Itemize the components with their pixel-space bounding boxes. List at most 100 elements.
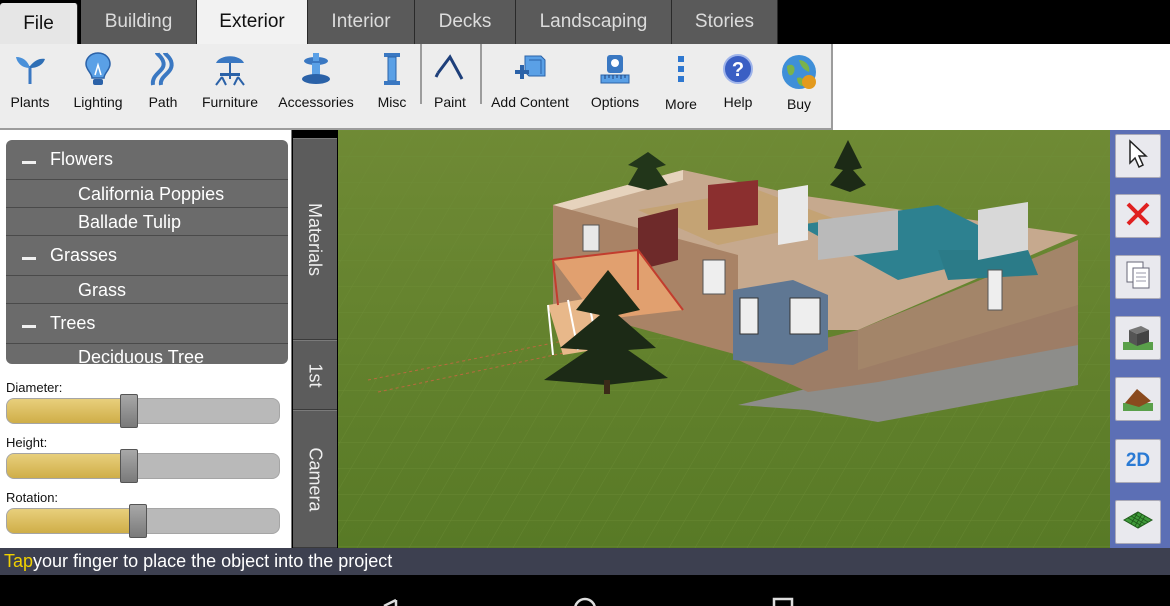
tab-exterior[interactable]: Exterior xyxy=(197,0,308,44)
furniture-label: Furniture xyxy=(201,94,259,110)
lighting-button[interactable]: Lighting xyxy=(70,44,126,128)
tab-label: Landscaping xyxy=(539,11,648,32)
tab-file[interactable]: File xyxy=(0,3,78,44)
table-umbrella-icon xyxy=(212,50,248,88)
3d-viewport[interactable] xyxy=(338,130,1112,548)
slider-fill xyxy=(7,399,130,423)
more-button[interactable]: More xyxy=(660,44,702,128)
category-label: Trees xyxy=(50,313,96,333)
fountain-icon xyxy=(300,50,332,88)
plant-catalog-list: Flowers California Poppies Ballade Tulip… xyxy=(6,140,288,364)
tab-label: Decks xyxy=(438,11,492,32)
more-label: More xyxy=(665,96,697,112)
category-label: Grasses xyxy=(50,245,118,265)
item-label: Ballade Tulip xyxy=(78,212,182,232)
rotation-slider-thumb[interactable] xyxy=(128,504,147,538)
back-icon[interactable] xyxy=(383,598,398,606)
slider-fill xyxy=(7,454,130,478)
select-arrow-icon xyxy=(1126,138,1150,174)
category-trees[interactable]: Trees xyxy=(6,304,288,344)
box-object-button[interactable] xyxy=(1115,316,1161,360)
height-slider-thumb[interactable] xyxy=(120,449,139,483)
house-3d-scene xyxy=(338,130,1112,548)
light-bulb-icon xyxy=(83,50,113,88)
select-button[interactable] xyxy=(1115,134,1161,178)
tab-building[interactable]: Building xyxy=(81,0,197,44)
system-nav-bar xyxy=(0,575,1170,606)
plant-icon xyxy=(13,50,47,88)
misc-label: Misc xyxy=(377,94,407,110)
tab-materials-label: Materials xyxy=(305,202,326,276)
buy-button[interactable]: Buy xyxy=(772,44,826,128)
list-item[interactable]: California Poppies xyxy=(6,180,288,208)
right-tool-strip: 2D xyxy=(1110,130,1170,548)
terrain-button[interactable] xyxy=(1115,500,1161,544)
tab-materials[interactable]: Materials xyxy=(293,138,337,340)
misc-button[interactable]: Misc xyxy=(370,44,414,128)
options-label: Options xyxy=(590,94,640,110)
copy-button[interactable] xyxy=(1115,255,1161,299)
tab-bar: File Building Exterior Interior Decks La… xyxy=(0,0,1170,44)
2d-view-icon: 2D xyxy=(1125,450,1151,471)
tab-stories[interactable]: Stories xyxy=(672,0,778,44)
help-button[interactable]: ? Help xyxy=(716,44,760,128)
list-item[interactable]: Deciduous Tree xyxy=(6,344,288,364)
plants-label: Plants xyxy=(10,94,50,110)
terrain-icon xyxy=(1122,508,1154,537)
paint-button[interactable]: Paint xyxy=(428,44,472,128)
home-icon[interactable] xyxy=(574,597,596,606)
status-text: your finger to place the object into the… xyxy=(33,551,393,571)
2d-view-button[interactable]: 2D xyxy=(1115,439,1161,483)
tab-label: File xyxy=(23,12,54,34)
tab-label: Building xyxy=(104,11,173,32)
paint-icon xyxy=(434,50,466,88)
recents-icon[interactable] xyxy=(772,597,794,606)
collapse-icon xyxy=(22,257,36,260)
plants-button[interactable]: Plants xyxy=(2,44,58,128)
pillar-icon xyxy=(382,50,402,88)
diameter-label: Diameter: xyxy=(6,380,63,395)
list-item[interactable]: Ballade Tulip xyxy=(6,208,288,236)
category-flowers[interactable]: Flowers xyxy=(6,140,288,180)
add-content-button[interactable]: Add Content xyxy=(490,44,570,128)
delete-button[interactable] xyxy=(1115,194,1161,238)
help-icon: ? xyxy=(722,50,754,88)
item-label: Deciduous Tree xyxy=(78,347,205,364)
height-slider[interactable] xyxy=(6,453,280,479)
options-icon xyxy=(599,50,631,88)
tab-camera[interactable]: Camera xyxy=(293,410,337,548)
tab-interior[interactable]: Interior xyxy=(308,0,415,44)
box-icon xyxy=(1123,322,1153,355)
tab-decks[interactable]: Decks xyxy=(415,0,516,44)
slider-fill xyxy=(7,509,138,533)
diameter-slider[interactable] xyxy=(6,398,280,424)
collapse-icon xyxy=(22,161,36,164)
accessories-button[interactable]: Accessories xyxy=(276,44,356,128)
category-grasses[interactable]: Grasses xyxy=(6,236,288,276)
path-button[interactable]: Path xyxy=(138,44,188,128)
lighting-label: Lighting xyxy=(73,94,123,110)
tab-landscaping[interactable]: Landscaping xyxy=(516,0,672,44)
item-label: California Poppies xyxy=(78,184,225,204)
help-label: Help xyxy=(723,94,753,110)
toolbar-divider xyxy=(420,44,422,104)
collapse-icon xyxy=(22,325,36,328)
diameter-slider-thumb[interactable] xyxy=(120,394,139,428)
path-icon xyxy=(147,50,179,88)
more-icon xyxy=(677,50,685,88)
accessories-label: Accessories xyxy=(278,94,354,110)
toolbar-blank-area xyxy=(833,44,1170,130)
tab-floor-1st[interactable]: 1st xyxy=(293,340,337,410)
height-label: Height: xyxy=(6,435,48,450)
status-bar: Tap your finger to place the object into… xyxy=(0,548,1170,575)
furniture-button[interactable]: Furniture xyxy=(196,44,264,128)
options-button[interactable]: Options xyxy=(588,44,642,128)
roof-icon xyxy=(1123,383,1153,416)
list-item[interactable]: Grass xyxy=(6,276,288,304)
buy-label: Buy xyxy=(786,96,812,112)
copy-icon xyxy=(1124,260,1152,295)
item-label: Grass xyxy=(78,280,127,300)
tab-floor-label: 1st xyxy=(305,362,326,388)
roof-button[interactable] xyxy=(1115,377,1161,421)
tab-label: Interior xyxy=(331,11,391,32)
